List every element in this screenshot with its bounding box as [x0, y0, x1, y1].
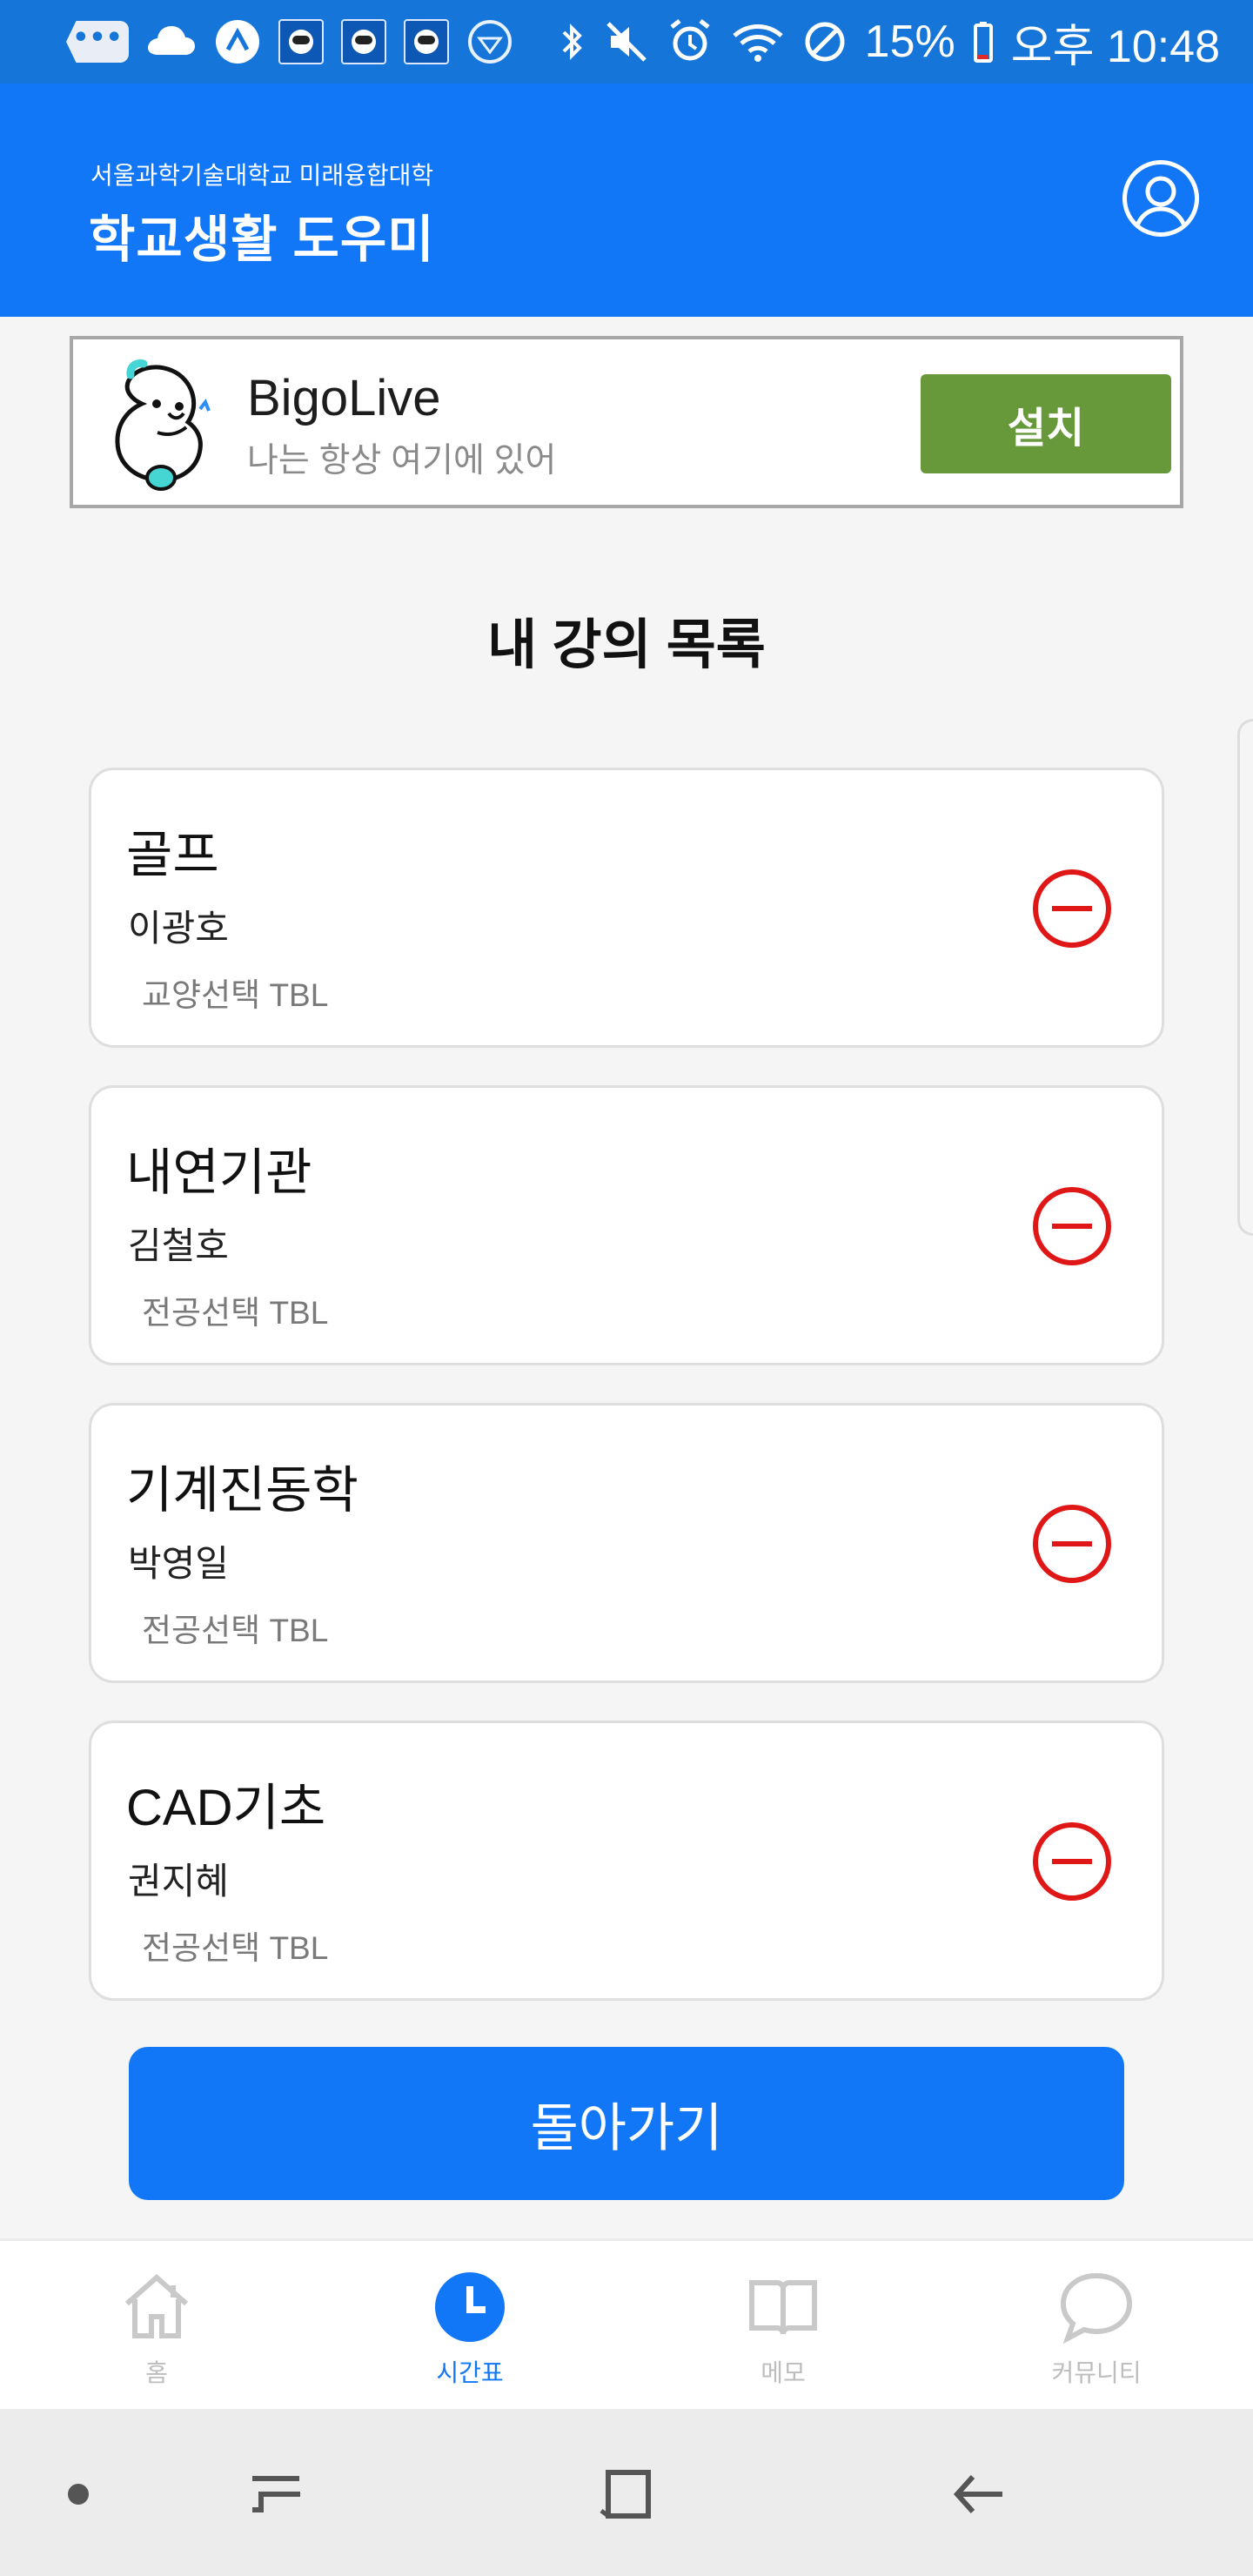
- back-arrow-icon[interactable]: [935, 2452, 1018, 2536]
- nav-timetable[interactable]: 시간표: [313, 2241, 626, 2412]
- app-a-icon: [214, 17, 261, 66]
- course-name: 내연기관: [126, 1144, 312, 1201]
- course-card[interactable]: 골프 이광호 교양선택 TBL: [89, 768, 1164, 1048]
- nav-memo[interactable]: 메모: [626, 2241, 940, 2412]
- course-professor: 박영일: [128, 1543, 229, 1584]
- course-name: CAD기초: [126, 1780, 326, 1836]
- nav-label-memo: 메모: [761, 2359, 806, 2386]
- screen: ••• 15% 오후 10:48 서울과학기술대학교 미래융합대학 학교생활 도…: [0, 0, 1253, 2576]
- school-app-icon: [341, 17, 386, 66]
- no-disturb-icon: [802, 17, 848, 66]
- remove-course-button[interactable]: [1033, 1822, 1111, 1901]
- chat-icon: [1055, 2265, 1138, 2349]
- diamond-icon: [466, 17, 513, 66]
- alarm-icon: [667, 17, 714, 66]
- course-name: 기계진동학: [126, 1462, 358, 1519]
- course-card[interactable]: CAD기초 권지혜 전공선택 TBL: [89, 1721, 1164, 2001]
- remove-course-button[interactable]: [1033, 1187, 1111, 1265]
- ad-subtitle: 나는 항상 여기에 있어: [247, 442, 557, 480]
- user-icon: [1133, 176, 1189, 232]
- nav-community[interactable]: 커뮤니티: [940, 2241, 1253, 2412]
- android-navigation-bar: [0, 2409, 1253, 2576]
- install-button[interactable]: 설치: [921, 374, 1171, 473]
- recent-apps-icon[interactable]: [235, 2452, 318, 2536]
- course-category: 교양선택 TBL: [142, 977, 329, 1013]
- cloud-icon: [146, 17, 197, 66]
- status-bar: ••• 15% 오후 10:48: [0, 0, 1253, 84]
- mute-icon: [604, 17, 649, 66]
- nav-home[interactable]: 홈: [0, 2241, 313, 2412]
- course-category: 전공선택 TBL: [142, 1930, 329, 1966]
- battery-icon: [973, 17, 994, 66]
- dot-icon[interactable]: [37, 2452, 120, 2536]
- nav-label-community: 커뮤니티: [1051, 2359, 1142, 2386]
- nav-label-timetable: 시간표: [436, 2359, 504, 2386]
- status-right-icons: 15% 오후 10:48: [557, 10, 1220, 75]
- school-app-icon: [278, 17, 324, 66]
- course-card[interactable]: 내연기관 김철호 전공선택 TBL: [89, 1085, 1164, 1365]
- course-professor: 권지혜: [128, 1861, 229, 1902]
- bottom-navigation: 홈 시간표 메모 커뮤니티: [0, 2238, 1253, 2409]
- remove-course-button[interactable]: [1033, 869, 1111, 948]
- course-category: 전공선택 TBL: [142, 1613, 329, 1648]
- mascot-icon: [115, 359, 211, 491]
- battery-percentage: 15%: [864, 17, 955, 67]
- clock-icon: [428, 2265, 512, 2349]
- course-card[interactable]: 기계진동학 박영일 전공선택 TBL: [89, 1403, 1164, 1683]
- profile-button[interactable]: [1122, 160, 1199, 237]
- edge-panel-handle[interactable]: [1237, 719, 1253, 1236]
- app-header: 서울과학기술대학교 미래융합대학 학교생활 도우미: [0, 84, 1253, 317]
- ad-banner[interactable]: BigoLive 나는 항상 여기에 있어 설치: [70, 336, 1183, 508]
- course-professor: 이광호: [128, 908, 229, 949]
- back-button[interactable]: 돌아가기: [129, 2047, 1124, 2200]
- bluetooth-icon: [557, 17, 586, 66]
- status-left-icons: •••: [66, 17, 513, 66]
- school-app-icon: [404, 17, 449, 66]
- book-icon: [741, 2265, 825, 2349]
- more-icon: •••: [66, 17, 129, 66]
- wifi-icon: [731, 17, 785, 66]
- home-icon: [115, 2265, 198, 2349]
- status-time: 오후 10:48: [1010, 21, 1220, 72]
- home-square-icon[interactable]: [585, 2452, 668, 2536]
- course-professor: 김철호: [128, 1225, 229, 1266]
- remove-course-button[interactable]: [1033, 1505, 1111, 1583]
- ad-title: BigoLive: [247, 370, 441, 426]
- school-name: 서울과학기술대학교 미래융합대학: [90, 162, 434, 189]
- course-category: 전공선택 TBL: [142, 1295, 329, 1331]
- nav-label-home: 홈: [145, 2359, 168, 2386]
- course-name: 골프: [126, 827, 219, 883]
- section-title: 내 강의 목록: [487, 615, 766, 675]
- app-title: 학교생활 도우미: [89, 211, 435, 268]
